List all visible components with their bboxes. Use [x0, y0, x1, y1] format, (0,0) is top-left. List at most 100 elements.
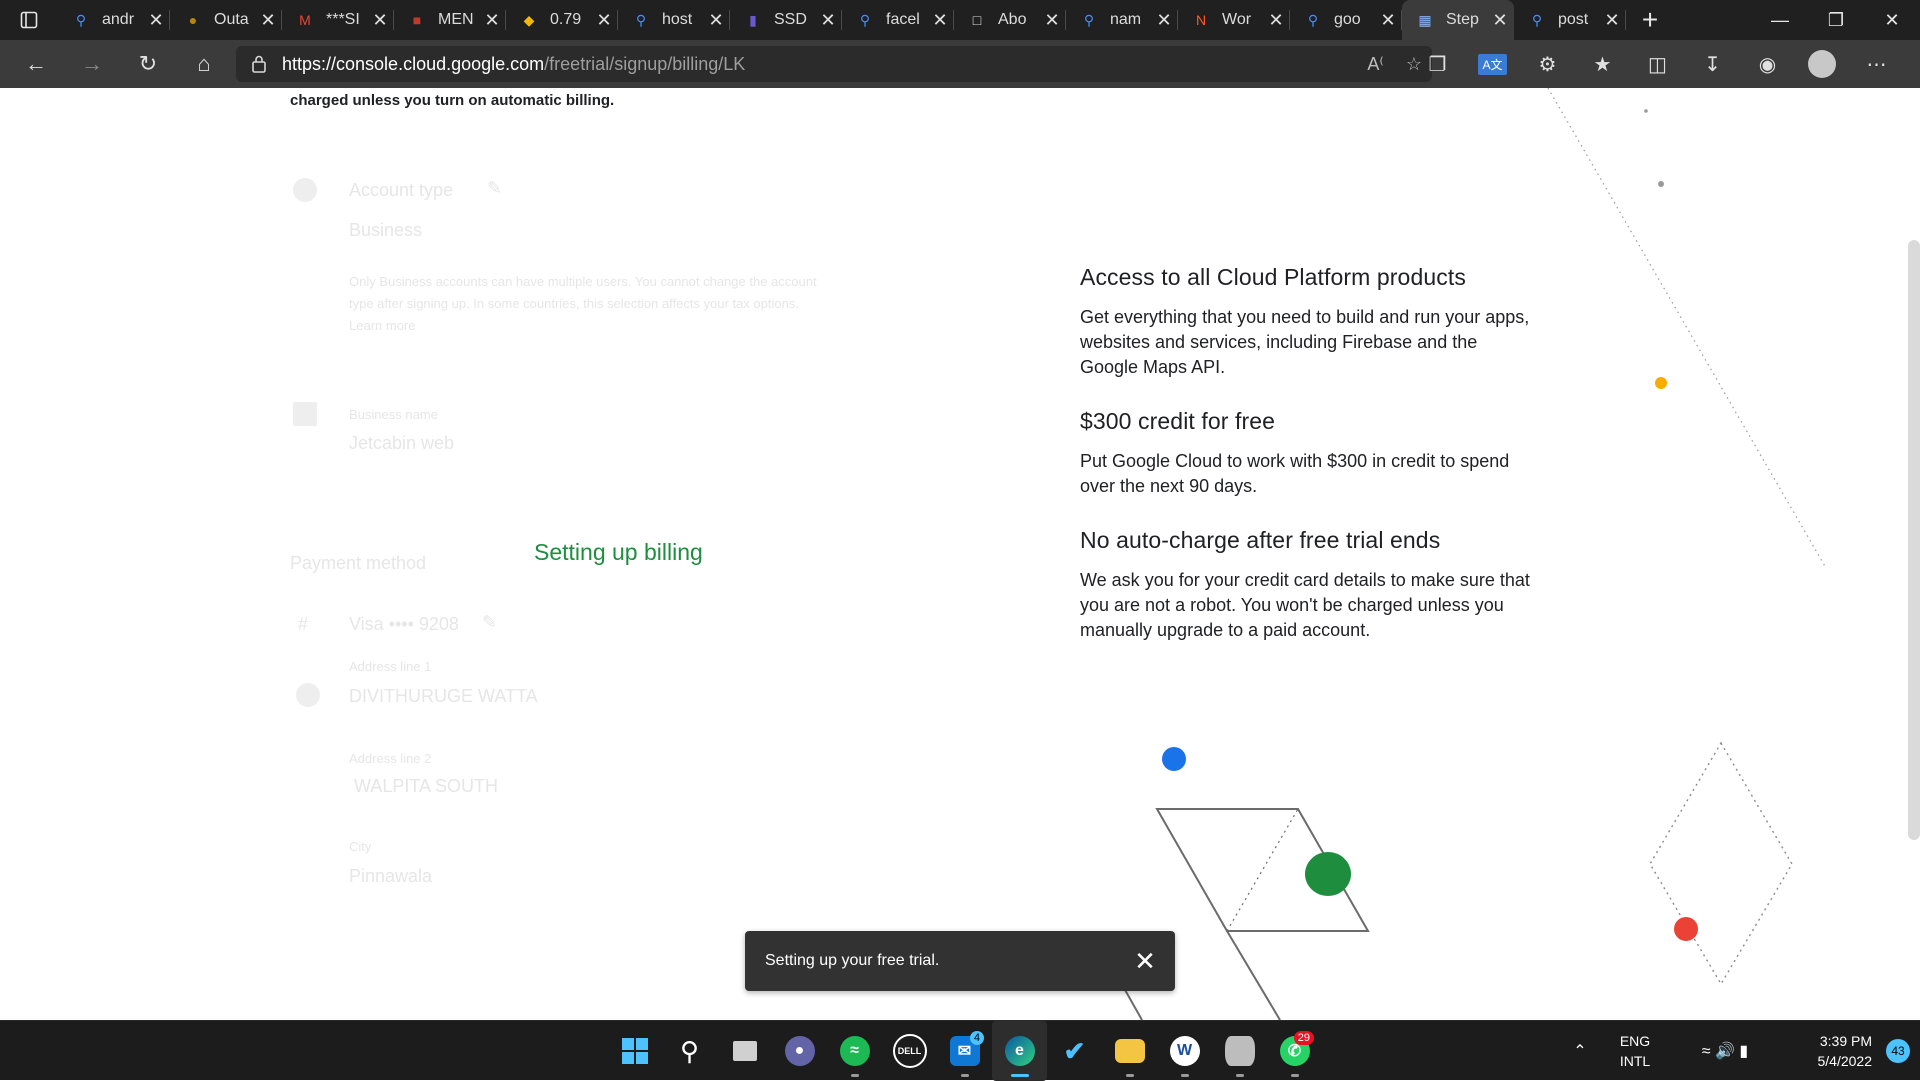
dell-icon: DELL — [892, 1034, 927, 1068]
read-aloud-icon[interactable]: A⁽ — [1367, 54, 1383, 75]
network-volume-battery-icons[interactable]: ≈ 🔊 ▮ — [1670, 1041, 1780, 1061]
close-tab-icon[interactable]: ✕ — [366, 10, 394, 31]
notification-count-badge[interactable]: 43 — [1886, 1039, 1910, 1063]
close-tab-icon[interactable]: ✕ — [142, 10, 170, 31]
browser-tab[interactable]: ⚲ facel ✕ — [842, 0, 954, 40]
browser-tab[interactable]: N Wor ✕ — [1178, 0, 1290, 40]
start-button[interactable] — [607, 1021, 662, 1081]
browser-tab[interactable]: M ***SI ✕ — [282, 0, 394, 40]
word-app-button[interactable]: W — [1157, 1021, 1212, 1081]
close-tab-icon[interactable]: ✕ — [1374, 10, 1402, 31]
browser-tab[interactable]: ⚲ host ✕ — [618, 0, 730, 40]
edit-pencil-icon[interactable]: ✎ — [487, 178, 502, 199]
clock[interactable]: 3:39 PM 5/4/2022 — [1780, 1031, 1873, 1071]
gift-icon: ▦ — [1418, 11, 1432, 28]
feature-no-autocharge: No auto-charge after free trial ends We … — [1080, 527, 1540, 643]
search-taskbar-button[interactable]: ⚲ — [662, 1021, 717, 1081]
mail-button[interactable]: ✉ 4 — [937, 1021, 992, 1081]
whatsapp-badge: 29 — [1293, 1031, 1314, 1045]
address-bar[interactable]: https://console.cloud.google.com/freetri… — [236, 46, 1432, 82]
language-indicator[interactable]: ENG INTL — [1600, 1031, 1670, 1071]
show-hidden-icons-icon[interactable]: ⌃ — [1560, 1041, 1600, 1061]
teams-chat-button[interactable]: ● — [772, 1021, 827, 1081]
browser-tab[interactable]: ⚲ nam ✕ — [1066, 0, 1178, 40]
close-tab-icon[interactable]: ✕ — [1150, 10, 1178, 31]
spotify-button[interactable]: ≈ — [827, 1021, 882, 1081]
business-name-label: Business name — [349, 407, 438, 422]
card-value: Visa •••• 9208 — [349, 614, 459, 634]
dell-button[interactable]: DELL — [882, 1021, 937, 1081]
lock-icon[interactable] — [236, 55, 282, 73]
whatsapp-button[interactable]: ✆ 29 — [1267, 1021, 1322, 1081]
profile-avatar[interactable] — [1808, 50, 1836, 78]
close-tab-icon[interactable]: ✕ — [1038, 10, 1066, 31]
chat-icon: ● — [784, 1036, 815, 1066]
close-tab-icon[interactable]: ✕ — [478, 10, 506, 31]
browser-tab[interactable]: ⚲ post ✕ — [1514, 0, 1626, 40]
minimize-button[interactable]: — — [1752, 0, 1808, 40]
wordart-icon: N — [1195, 12, 1207, 28]
browser-tab[interactable]: ⚲ goo ✕ — [1290, 0, 1402, 40]
task-view-button[interactable] — [717, 1021, 772, 1081]
back-button[interactable]: ← — [8, 40, 64, 88]
close-tab-icon[interactable]: ✕ — [1598, 10, 1626, 31]
refresh-button[interactable]: ↻ — [120, 40, 176, 88]
search-icon: ⚲ — [635, 11, 647, 28]
close-tab-icon[interactable]: ✕ — [1262, 10, 1290, 31]
toolbar-icons: ❐ A文 ⚙ ★ ◫ ↧ ◉ ⋯ — [1410, 40, 1904, 88]
tab-title: MEN — [438, 11, 474, 28]
close-window-button[interactable]: ✕ — [1864, 0, 1920, 40]
tab-title: facel — [886, 11, 920, 28]
close-tab-icon[interactable]: ✕ — [926, 10, 954, 31]
extensions-icon[interactable]: ⚙ — [1520, 40, 1575, 88]
home-button[interactable]: ⌂ — [176, 40, 232, 88]
downloads-icon[interactable]: ↧ — [1685, 40, 1740, 88]
todo-check-icon: ✔ — [1063, 1035, 1086, 1066]
page-scrollbar[interactable] — [1908, 240, 1920, 840]
close-tab-icon[interactable]: ✕ — [254, 10, 282, 31]
edit-card-icon[interactable]: ✎ — [482, 612, 497, 633]
browser-tab[interactable]: ⚲ andr ✕ — [58, 0, 170, 40]
clock-date: 5/4/2022 — [1817, 1053, 1873, 1069]
browser-tab[interactable]: ▮ SSD ✕ — [730, 0, 842, 40]
toast-message: Setting up your free trial. — [765, 952, 940, 969]
todo-button[interactable]: ✔ — [1047, 1021, 1102, 1081]
feature-title: Access to all Cloud Platform products — [1080, 264, 1466, 290]
forward-button[interactable]: → — [64, 40, 120, 88]
browser-tab[interactable]: ▦ Step ✕ — [1402, 0, 1514, 40]
folder-icon — [1114, 1039, 1145, 1063]
browser-tab[interactable]: □ Abo ✕ — [954, 0, 1066, 40]
settings-more-icon[interactable]: ⋯ — [1849, 40, 1904, 88]
collections-app-icon[interactable]: ❐ — [1410, 40, 1465, 88]
account-type-value: Business — [349, 220, 423, 240]
learn-more-link[interactable]: Learn more — [349, 315, 415, 337]
edge-button[interactable]: e — [992, 1021, 1047, 1081]
close-tab-icon[interactable]: ✕ — [1486, 10, 1514, 31]
browser-tab[interactable]: ● Outa ✕ — [170, 0, 282, 40]
business-icon — [293, 402, 317, 426]
tab-actions-icon[interactable] — [0, 0, 58, 40]
tab-title: post — [1558, 11, 1589, 28]
browser-tab[interactable]: ■ MEN ✕ — [394, 0, 506, 40]
performance-icon[interactable]: ◉ — [1740, 40, 1795, 88]
new-tab-button[interactable]: + — [1626, 0, 1674, 40]
feature-credit: $300 credit for free Put Google Cloud to… — [1080, 408, 1540, 499]
favorites-icon[interactable]: ★ — [1575, 40, 1630, 88]
url-text[interactable]: https://console.cloud.google.com/freetri… — [282, 54, 745, 75]
toast-close-icon[interactable]: ✕ — [1115, 946, 1175, 977]
close-tab-icon[interactable]: ✕ — [590, 10, 618, 31]
restore-button[interactable]: ❐ — [1808, 0, 1864, 40]
close-tab-icon[interactable]: ✕ — [702, 10, 730, 31]
w-app-icon: W — [1169, 1036, 1200, 1066]
database-app-button[interactable] — [1212, 1021, 1267, 1081]
translate-icon[interactable]: A文 — [1465, 40, 1520, 88]
decorative-illustration — [1119, 88, 1827, 1020]
close-tab-icon[interactable]: ✕ — [814, 10, 842, 31]
browser-tab[interactable]: ◆ 0.79 ✕ — [506, 0, 618, 40]
collections-icon[interactable]: ◫ — [1630, 40, 1685, 88]
file-explorer-button[interactable] — [1102, 1021, 1157, 1081]
browser-tab-bar: ⚲ andr ✕ ● Outa ✕ M ***SI ✕ ■ MEN ✕ ◆ 0.79 ✕ ⚲ host ✕ ▮ SSD… — [0, 0, 1920, 40]
location-icon — [296, 683, 320, 707]
spotify-icon: ≈ — [839, 1036, 870, 1066]
bank-icon: ■ — [412, 12, 422, 28]
